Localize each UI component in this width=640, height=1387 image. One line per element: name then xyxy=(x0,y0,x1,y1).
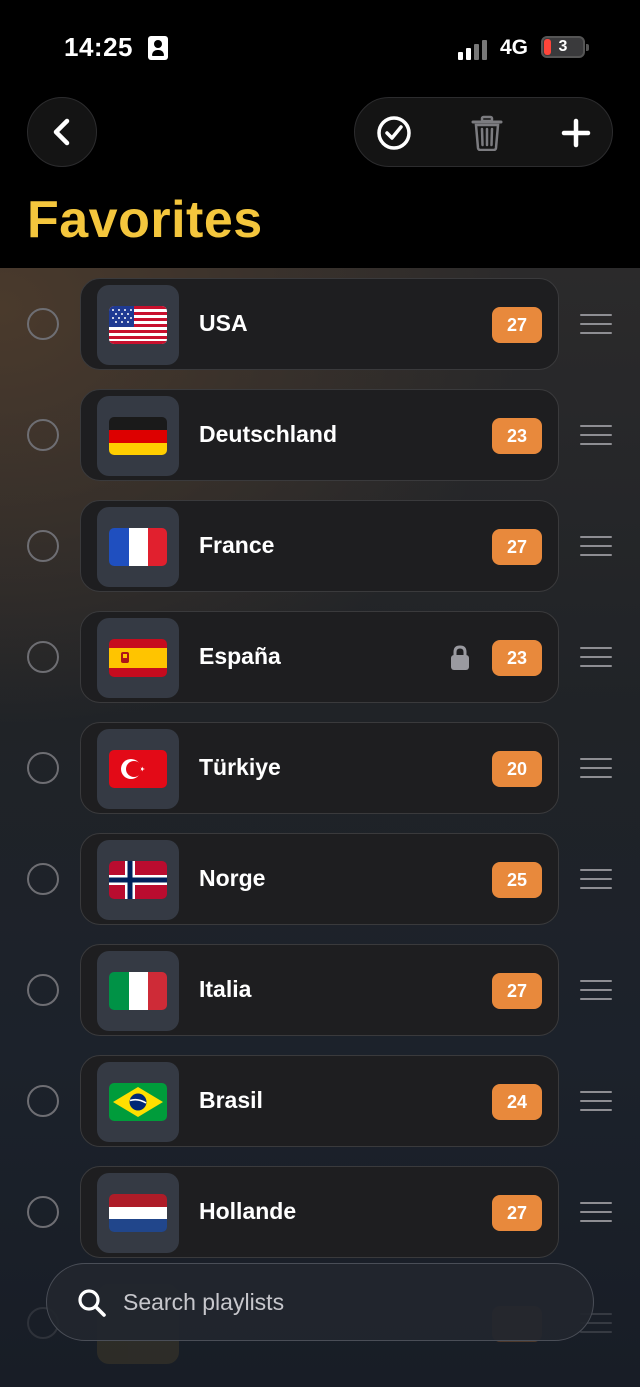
select-button[interactable] xyxy=(359,98,429,168)
playlist-list: USA 27 Deutschland 23 France 27 España 2… xyxy=(0,268,640,1387)
playlist-card[interactable]: Deutschland 23 xyxy=(80,389,559,481)
back-button[interactable] xyxy=(27,97,97,167)
flag-container xyxy=(97,951,179,1031)
brazil-flag-icon xyxy=(109,1083,167,1121)
flag-container xyxy=(97,729,179,809)
drag-handle-icon[interactable] xyxy=(580,869,612,889)
count-badge: 27 xyxy=(492,529,542,565)
drag-handle-icon[interactable] xyxy=(580,425,612,445)
battery-level: 3 xyxy=(558,38,568,55)
lock-icon xyxy=(451,645,469,670)
checkmark-circle-icon xyxy=(377,116,411,150)
playlist-card[interactable]: USA 27 xyxy=(80,278,559,370)
playlist-card[interactable]: Norge 25 xyxy=(80,833,559,925)
playlist-card[interactable]: España 23 xyxy=(80,611,559,703)
search-bar[interactable]: Search playlists xyxy=(46,1263,594,1341)
list-item[interactable]: Deutschland 23 xyxy=(0,389,640,481)
flag-container xyxy=(97,618,179,698)
select-radio[interactable] xyxy=(27,641,59,673)
battery-icon: 3 xyxy=(541,36,589,58)
count-badge: 23 xyxy=(492,640,542,676)
edit-toolbar xyxy=(354,97,613,167)
playlist-card[interactable]: France 27 xyxy=(80,500,559,592)
turkey-flag-icon xyxy=(109,750,167,788)
delete-button[interactable] xyxy=(452,98,522,168)
select-radio[interactable] xyxy=(27,974,59,1006)
count-badge: 24 xyxy=(492,1084,542,1120)
plus-icon xyxy=(561,118,591,148)
select-radio[interactable] xyxy=(27,1196,59,1228)
signal-icon xyxy=(458,38,492,60)
status-bar: 14:25 4G 3 xyxy=(0,0,640,90)
playlist-name: Deutschland xyxy=(199,421,338,447)
flag-container xyxy=(97,285,179,365)
add-button[interactable] xyxy=(541,98,611,168)
drag-handle-icon[interactable] xyxy=(580,314,612,334)
playlist-card[interactable]: Türkiye 20 xyxy=(80,722,559,814)
select-radio[interactable] xyxy=(27,530,59,562)
spain-flag-icon xyxy=(109,639,167,677)
flag-container xyxy=(97,1062,179,1142)
usa-flag-icon xyxy=(109,306,167,344)
italy-flag-icon xyxy=(109,972,167,1010)
drag-handle-icon[interactable] xyxy=(580,647,612,667)
search-input[interactable]: Search playlists xyxy=(123,1289,284,1316)
playlist-name: España xyxy=(199,643,281,669)
playlist-card[interactable]: Italia 27 xyxy=(80,944,559,1036)
select-radio[interactable] xyxy=(27,863,59,895)
count-badge: 27 xyxy=(492,973,542,1009)
list-item[interactable]: Hollande 27 xyxy=(0,1166,640,1258)
germany-flag-icon xyxy=(109,417,167,455)
count-badge: 20 xyxy=(492,751,542,787)
chevron-left-icon xyxy=(53,118,70,146)
drag-handle-icon[interactable] xyxy=(580,1091,612,1111)
flag-container xyxy=(97,1173,179,1253)
select-radio[interactable] xyxy=(27,1085,59,1117)
netherlands-flag-icon xyxy=(109,1194,167,1232)
id-card-icon xyxy=(148,36,168,60)
page-title: Favorites xyxy=(27,191,263,249)
drag-handle-icon[interactable] xyxy=(580,536,612,556)
playlist-card[interactable]: Hollande 27 xyxy=(80,1166,559,1258)
list-item[interactable]: USA 27 xyxy=(0,278,640,370)
count-badge: 25 xyxy=(492,862,542,898)
drag-handle-icon[interactable] xyxy=(580,980,612,1000)
status-time: 14:25 xyxy=(64,32,133,62)
playlist-card[interactable]: Brasil 24 xyxy=(80,1055,559,1147)
playlist-name: USA xyxy=(199,310,248,336)
playlist-name: Hollande xyxy=(199,1198,297,1224)
playlist-name: Türkiye xyxy=(199,754,281,780)
flag-container xyxy=(97,840,179,920)
count-badge: 23 xyxy=(492,418,542,454)
network-type: 4G xyxy=(500,36,529,59)
list-item[interactable]: Norge 25 xyxy=(0,833,640,925)
flag-container xyxy=(97,396,179,476)
count-badge: 27 xyxy=(492,307,542,343)
drag-handle-icon[interactable] xyxy=(580,1202,612,1222)
france-flag-icon xyxy=(109,528,167,566)
drag-handle-icon[interactable] xyxy=(580,758,612,778)
list-item[interactable]: Türkiye 20 xyxy=(0,722,640,814)
trash-icon xyxy=(471,115,503,151)
playlist-name: Norge xyxy=(199,865,266,891)
select-radio[interactable] xyxy=(27,308,59,340)
norway-flag-icon xyxy=(109,861,167,899)
list-item[interactable]: Italia 27 xyxy=(0,944,640,1036)
list-item[interactable]: France 27 xyxy=(0,500,640,592)
list-item[interactable]: España 23 xyxy=(0,611,640,703)
list-item[interactable]: Brasil 24 xyxy=(0,1055,640,1147)
flag-container xyxy=(97,507,179,587)
playlist-name: Brasil xyxy=(199,1087,263,1113)
playlist-name: Italia xyxy=(199,976,252,1002)
search-icon xyxy=(78,1289,106,1317)
count-badge: 27 xyxy=(492,1195,542,1231)
select-radio[interactable] xyxy=(27,419,59,451)
select-radio[interactable] xyxy=(27,752,59,784)
playlist-name: France xyxy=(199,532,275,558)
